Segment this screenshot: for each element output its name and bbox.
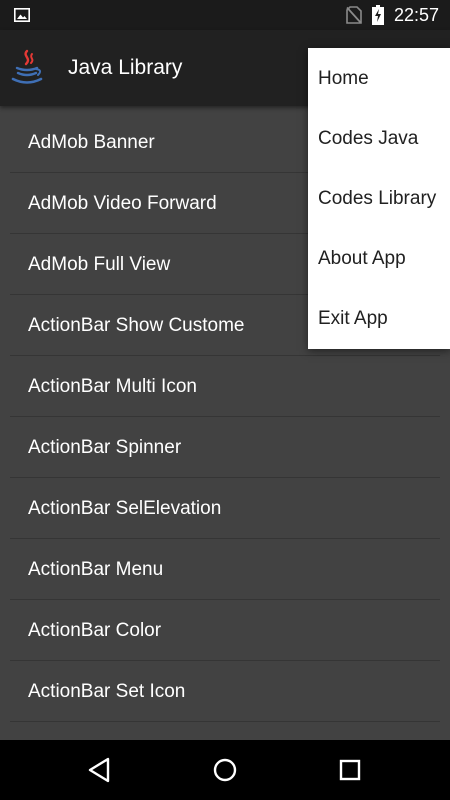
list-item[interactable] [10,722,440,740]
list-item-label: ActionBar Multi Icon [28,376,197,397]
status-time: 22:57 [394,5,440,25]
app-title: Java Library [68,56,183,79]
list-item[interactable]: ActionBar Multi Icon [10,356,440,417]
list-item-label: ActionBar Menu [28,559,164,580]
status-bar: 22:57 [0,0,450,30]
screen: 22:57 Java Library AdMob Banner AdMob Vi… [0,0,450,800]
list-item-label: ActionBar Show Custome [28,315,245,336]
recents-icon[interactable] [334,754,366,786]
list-item-label: AdMob Banner [28,132,155,153]
list-item-label: ActionBar Spinner [28,437,182,458]
list-item[interactable]: ActionBar Menu [10,539,440,600]
list-item[interactable]: ActionBar Set Icon [10,661,440,722]
menu-item-about-app[interactable]: About App [308,228,450,288]
java-logo-icon[interactable] [10,48,46,88]
battery-charging-icon [372,5,384,25]
menu-item-label: Codes Library [318,188,437,209]
image-notification-icon [14,8,30,22]
menu-item-exit-app[interactable]: Exit App [308,288,450,348]
menu-item-label: Home [318,68,369,89]
menu-item-codes-library[interactable]: Codes Library [308,168,450,228]
list-item[interactable]: ActionBar Color [10,600,440,661]
menu-item-label: About App [318,248,406,269]
menu-item-home[interactable]: Home [308,48,450,108]
menu-item-label: Exit App [318,308,388,329]
overflow-menu: Home Codes Java Codes Library About App … [308,48,450,349]
list-item-label: AdMob Full View [28,254,171,275]
list-item[interactable]: ActionBar SelElevation [10,478,440,539]
list-item-label: ActionBar SelElevation [28,498,222,519]
navigation-bar [0,740,450,800]
menu-item-label: Codes Java [318,128,419,149]
list-item[interactable]: ActionBar Spinner [10,417,440,478]
menu-item-codes-java[interactable]: Codes Java [308,108,450,168]
list-item-label: ActionBar Set Icon [28,681,186,702]
home-icon[interactable] [209,754,241,786]
list-item-label: ActionBar Color [28,620,162,641]
list-item-label: AdMob Video Forward [28,193,217,214]
no-sim-icon [346,6,362,24]
back-icon[interactable] [84,754,116,786]
